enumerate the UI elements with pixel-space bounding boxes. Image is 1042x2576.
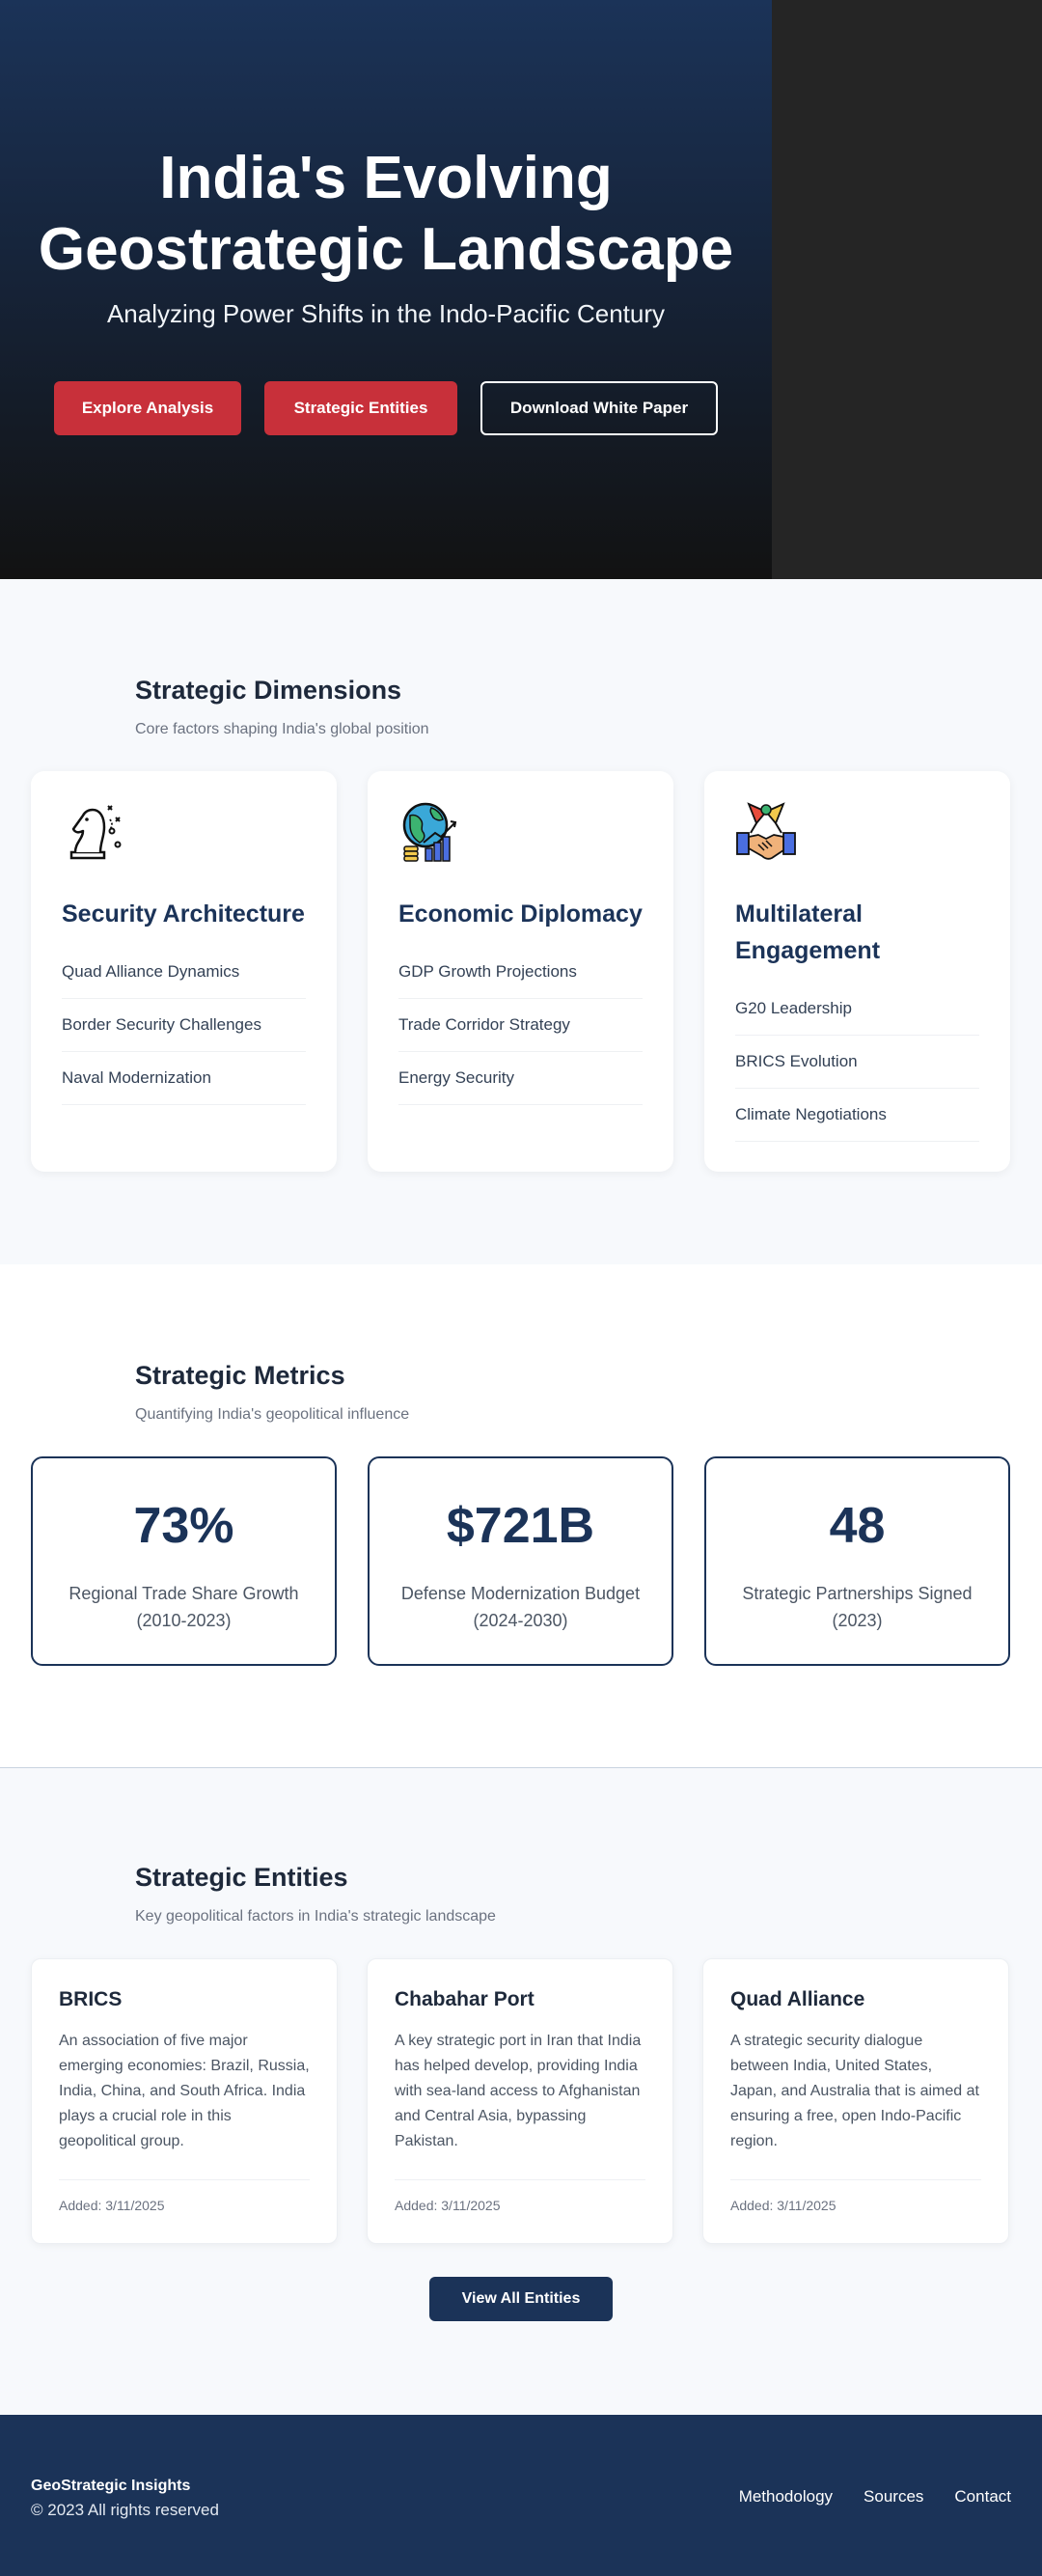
handshake-flags-icon [736,802,796,860]
list-item: BRICS Evolution [735,1036,979,1089]
footer-link-sources[interactable]: Sources [864,2487,923,2576]
metric-label: Strategic Partnerships Signed (2023) [742,1584,973,1630]
chess-knight-icon [69,805,122,860]
list-item: GDP Growth Projections [398,946,643,999]
section-subtitle: Quantifying India's geopolitical influen… [135,1406,410,1423]
list-item: Energy Security [398,1052,643,1105]
entity-card-quad-alliance[interactable]: Quad Alliance A strategic security dialo… [702,1958,1009,2244]
hero-banner: India's Evolving Geostrategic Landscape … [0,0,772,579]
explore-analysis-button[interactable]: Explore Analysis [54,381,241,435]
section-title: Strategic Dimensions [135,676,402,705]
hero-title: India's Evolving Geostrategic Landscape [38,145,734,283]
metric-value: $721B [446,1498,595,1554]
entity-added-date: Added: 3/11/2025 [395,2179,645,2213]
list-item: Naval Modernization [62,1052,306,1105]
metric-label: Regional Trade Share Growth (2010-2023) [69,1584,299,1630]
footer-link-contact[interactable]: Contact [954,2487,1011,2576]
dimension-title: Multilateral Engagement [735,900,881,964]
download-white-paper-button[interactable]: Download White Paper [480,381,718,435]
entity-description: A key strategic port in Iran that India … [395,2033,642,2149]
dimension-card-multilateral: Multilateral Engagement G20 Leadership B… [704,771,1010,1172]
entity-added-date: Added: 3/11/2025 [59,2179,310,2213]
entity-added-date: Added: 3/11/2025 [730,2179,981,2213]
metric-label: Defense Modernization Budget (2024-2030) [400,1584,641,1630]
entity-description: An association of five major emerging ec… [59,2033,310,2149]
strategic-entities-button[interactable]: Strategic Entities [264,381,457,435]
metric-card: 48 Strategic Partnerships Signed (2023) [704,1456,1010,1666]
footer-links: Methodology Sources Contact [739,2487,1011,2576]
list-item: G20 Leadership [735,983,979,1036]
list-item: Quad Alliance Dynamics [62,946,306,999]
hero-buttons: Explore Analysis Strategic Entities Down… [0,381,772,435]
entity-title: Quad Alliance [730,1988,865,2010]
footer-brand: GeoStrategic Insights [31,2478,191,2494]
list-item: Climate Negotiations [735,1089,979,1142]
hero-section: India's Evolving Geostrategic Landscape … [0,0,1042,579]
globe-growth-icon [402,802,457,862]
section-title: Strategic Metrics [135,1361,345,1390]
footer-link-methodology[interactable]: Methodology [739,2487,833,2576]
entity-card-chabahar-port[interactable]: Chabahar Port A key strategic port in Ir… [367,1958,673,2244]
strategic-dimensions-section: Strategic Dimensions Core factors shapin… [0,579,1042,1264]
dimension-title: Economic Diplomacy [398,900,643,928]
hero-subtitle: Analyzing Power Shifts in the Indo-Pacif… [106,299,666,328]
view-all-entities-button[interactable]: View All Entities [429,2277,613,2321]
section-subtitle: Core factors shaping India's global posi… [135,721,429,737]
entity-title: BRICS [59,1988,123,2010]
strategic-entities-section: Strategic Entities Key geopolitical fact… [0,1768,1042,2415]
metric-value: 73% [133,1498,234,1554]
list-item: Trade Corridor Strategy [398,999,643,1052]
list-item: Border Security Challenges [62,999,306,1052]
footer: GeoStrategic Insights © 2023 All rights … [0,2415,1042,2576]
entity-card-brics[interactable]: BRICS An association of five major emerg… [31,1958,338,2244]
entity-description: A strategic security dialogue between In… [730,2033,979,2149]
section-subtitle: Key geopolitical factors in India's stra… [135,1908,496,1925]
metric-card: 73% Regional Trade Share Growth (2010-20… [31,1456,337,1666]
section-title: Strategic Entities [135,1863,348,1892]
entity-title: Chabahar Port [395,1988,535,2010]
metric-card: $721B Defense Modernization Budget (2024… [368,1456,673,1666]
metric-value: 48 [829,1498,886,1554]
dimension-card-security: Security Architecture Quad Alliance Dyna… [31,771,337,1172]
strategic-metrics-section: Strategic Metrics Quantifying India's ge… [0,1264,1042,1768]
dimension-card-economic: Economic Diplomacy GDP Growth Projection… [368,771,673,1172]
footer-copyright: © 2023 All rights reserved [31,2501,219,2519]
dimension-title: Security Architecture [62,900,305,928]
